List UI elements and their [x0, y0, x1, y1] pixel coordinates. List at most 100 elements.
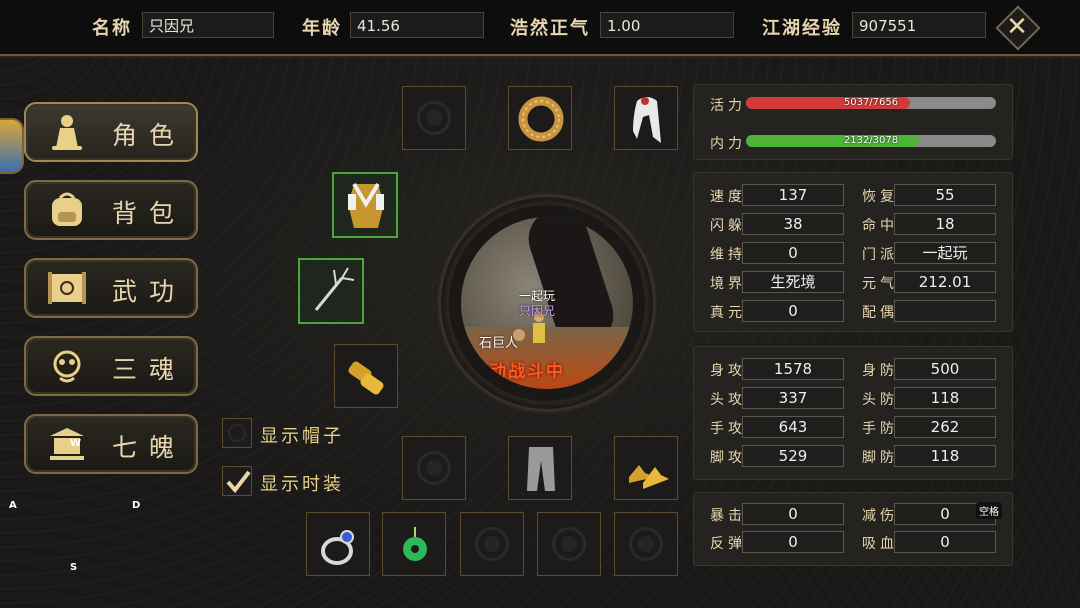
combat-stats-panel: 身攻 1578 身防 500 头攻 337 头防 118 手攻 643 手防 262 脚攻 529 脚防 11…	[693, 346, 1013, 480]
equip-slot-hands[interactable]	[334, 344, 398, 408]
stat-label: 手攻	[710, 421, 746, 437]
equip-slot-legs[interactable]	[508, 436, 572, 500]
enemy-name: 石巨人	[479, 336, 519, 351]
backpack-icon	[52, 192, 82, 226]
trousers-icon	[527, 447, 555, 491]
vitals-panel: 活力 5037/7656 内力 2132/3078	[693, 84, 1013, 160]
equip-slot-head[interactable]	[614, 86, 678, 150]
close-button[interactable]: ✕	[995, 5, 1041, 51]
stat-label: 配偶	[862, 305, 898, 321]
special-stats-panel: 暴击 0 减伤 0 反弹 0 吸血 0	[693, 492, 1013, 566]
battle-status: 动战斗中	[489, 362, 565, 382]
equip-slot-empty[interactable]	[614, 512, 678, 576]
stat-value: 137	[742, 184, 844, 206]
equip-slot-pendant[interactable]	[382, 512, 446, 576]
player-name: 只因兄	[519, 304, 556, 318]
stat-value: 212.01	[894, 271, 996, 293]
stat-label: 真元	[710, 305, 746, 321]
stat-value	[894, 300, 996, 322]
tab-label: 七魄	[112, 433, 187, 462]
attributes-panel: 速度 137 恢复 55 闪躲 38 命中 18 维持 0 门派 一起玩 境界 生死境 元气 212.01 真元…	[693, 172, 1013, 332]
stat-value: 1578	[742, 358, 844, 380]
age-label: 年龄	[302, 18, 342, 39]
stat-value: 118	[894, 445, 996, 467]
stat-value: 55	[894, 184, 996, 206]
tab-label: 角色	[112, 121, 187, 150]
stat-value: 337	[742, 387, 844, 409]
stat-value: 500	[894, 358, 996, 380]
tab-three-souls[interactable]: 三魂	[24, 336, 198, 396]
stat-label: 门派	[862, 247, 898, 263]
rope-hoop-icon	[518, 96, 564, 142]
stat-label: 恢复	[862, 189, 898, 205]
stat-label: 维持	[710, 247, 746, 263]
stat-value: 0	[742, 300, 844, 322]
close-icon[interactable]: ✕	[996, 6, 1038, 48]
hp-label: 活力	[710, 98, 746, 114]
equip-slot-body[interactable]	[332, 172, 398, 238]
exp-field: 907551	[852, 12, 986, 38]
tab-label: 背包	[112, 199, 187, 228]
stat-value: 118	[894, 387, 996, 409]
name-field[interactable]: 只因兄	[142, 12, 274, 38]
show-fashion-checkbox[interactable]	[222, 466, 252, 496]
tab-martial-arts[interactable]: 武功	[24, 258, 198, 318]
hp-text: 5037/7656	[843, 97, 899, 108]
equip-slot-empty[interactable]	[460, 512, 524, 576]
equip-slot-empty[interactable]	[537, 512, 601, 576]
equip-slot-ring[interactable]	[306, 512, 370, 576]
stat-value: 529	[742, 445, 844, 467]
stat-label: 暴击	[710, 508, 746, 524]
tab-label: 武功	[112, 277, 187, 306]
equip-slot-empty[interactable]	[402, 436, 466, 500]
empty-slot-emblem	[417, 451, 451, 485]
stat-label: 元气	[862, 276, 898, 292]
empty-slot-emblem	[552, 527, 586, 561]
stat-label: 身防	[862, 363, 898, 379]
equip-slot-empty[interactable]	[402, 86, 466, 150]
stat-label: 身攻	[710, 363, 746, 379]
jade-pendant-icon	[403, 527, 427, 561]
key-hint-a: A	[9, 500, 17, 511]
tab-seven-spirits[interactable]: 七魄	[24, 414, 198, 474]
name-label: 名称	[92, 18, 132, 39]
white-hair-wig-icon	[633, 97, 661, 143]
stat-label: 头防	[862, 392, 898, 408]
hp-bar: 5037/7656	[746, 97, 996, 109]
mp-bar: 2132/3078	[746, 135, 996, 147]
tab-backpack[interactable]: 背包	[24, 180, 198, 240]
stat-label: 速度	[710, 189, 746, 205]
equip-slot-accessory[interactable]	[508, 86, 572, 150]
show-fashion-label: 显示时装	[260, 474, 344, 495]
top-info-bar: 名称 只因兄 年龄 41.56 浩然正气 1.00 江湖经验 907551 ✕	[0, 0, 1080, 56]
exp-label: 江湖经验	[762, 18, 842, 39]
seven-spirits-icon	[50, 428, 84, 460]
side-badge-icon[interactable]	[0, 118, 24, 174]
key-hint-d: D	[132, 500, 141, 511]
checkmark-icon	[226, 470, 251, 494]
age-field: 41.56	[350, 12, 484, 38]
fork-weapon-icon	[314, 267, 355, 311]
stat-label: 脚防	[862, 450, 898, 466]
martial-arts-scroll-icon	[48, 272, 86, 304]
equip-slot-feet[interactable]	[614, 436, 678, 500]
equip-slot-weapon[interactable]	[298, 258, 364, 324]
stat-label: 境界	[710, 276, 746, 292]
ring-icon	[321, 530, 354, 565]
empty-slot-emblem	[629, 527, 663, 561]
tab-label: 三魂	[112, 355, 187, 384]
stat-value: 262	[894, 416, 996, 438]
stat-value: 0	[742, 531, 844, 553]
stat-label: 手防	[862, 421, 898, 437]
stat-value: 一起玩	[894, 242, 996, 264]
righteous-label: 浩然正气	[510, 18, 590, 39]
character-icon	[52, 115, 82, 150]
righteous-field: 1.00	[600, 12, 734, 38]
empty-slot-emblem	[475, 527, 509, 561]
tab-character[interactable]: 角色	[24, 102, 198, 162]
stat-value: 18	[894, 213, 996, 235]
key-hint-w: W	[70, 438, 82, 449]
gold-bracer-icon	[348, 361, 384, 395]
stat-label: 吸血	[862, 536, 898, 552]
show-hat-checkbox[interactable]	[222, 418, 252, 448]
